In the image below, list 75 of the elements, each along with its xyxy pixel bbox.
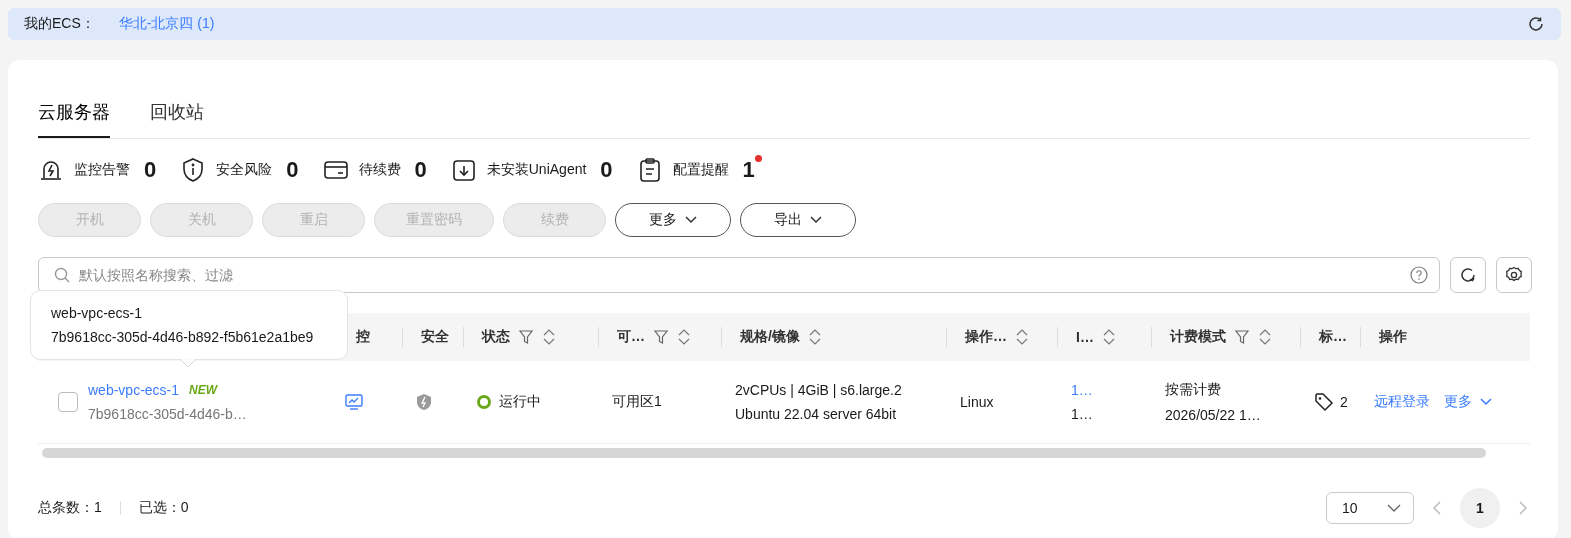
download-icon <box>450 157 477 183</box>
zone-text: 可用区1 <box>612 393 662 411</box>
column-header: 安全 <box>421 328 449 346</box>
filter-icon[interactable] <box>518 329 534 345</box>
tag-icon[interactable] <box>1314 392 1334 412</box>
spec-text: Ubuntu 22.04 server 64bit <box>735 406 898 422</box>
page-size-select[interactable]: 10 <box>1326 492 1414 524</box>
status-text: 运行中 <box>499 393 541 411</box>
tooltip-text: 7b9618cc-305d-4d46-b892-f5b61e2a1be9 <box>51 329 315 345</box>
selected-count: 已选：0 <box>138 499 189 517</box>
column-header: 操作 <box>1379 328 1407 346</box>
stat-count[interactable]: 0 <box>286 157 299 183</box>
tag-count: 2 <box>1340 394 1348 410</box>
server-id: 7b9618cc-305d-4d46-b… <box>88 406 247 422</box>
page-button[interactable]: 1 <box>1460 488 1500 528</box>
column-header: 规格/镜像 <box>740 328 800 346</box>
stat-label: 未安装UniAgent <box>486 161 587 179</box>
monitor-icon[interactable] <box>344 393 364 411</box>
stat-count[interactable]: 0 <box>414 157 427 183</box>
os-text: Linux <box>960 394 994 410</box>
tab[interactable]: 回收站 <box>150 90 204 138</box>
filter-icon[interactable] <box>653 329 669 345</box>
tooltip-text: web-vpc-ecs-1 <box>51 305 144 321</box>
status-dot <box>477 395 491 409</box>
caret-icon <box>810 216 822 224</box>
row-action-link[interactable]: 更多 <box>1444 393 1492 411</box>
sort-icon[interactable] <box>677 328 691 346</box>
row-checkbox[interactable] <box>58 392 78 412</box>
caret-icon <box>685 216 697 224</box>
column-header: 状态 <box>482 328 510 346</box>
filter-icon[interactable] <box>1234 329 1250 345</box>
refresh-button[interactable] <box>1450 257 1486 293</box>
refresh-icon[interactable] <box>1527 15 1545 33</box>
sort-icon[interactable] <box>807 328 822 346</box>
total-count: 总条数：1 <box>38 499 102 517</box>
column-header: 可… <box>617 328 645 346</box>
refresh-icon <box>1459 266 1477 284</box>
stat-count[interactable]: 1 <box>742 157 755 183</box>
sort-icon[interactable] <box>1258 328 1272 346</box>
shield-icon <box>416 393 432 411</box>
caret-icon <box>1480 398 1492 406</box>
region-label: 我的ECS： <box>24 15 95 33</box>
column-header: 计费模式 <box>1170 328 1226 346</box>
settings-icon <box>1505 266 1523 284</box>
stat-label: 安全风险 <box>216 161 273 179</box>
sort-icon[interactable] <box>542 328 556 346</box>
ip-link[interactable]: 1… <box>1071 382 1093 398</box>
search-icon <box>54 267 70 283</box>
stat-label: 待续费 <box>358 161 401 179</box>
new-tag: NEW <box>189 383 218 397</box>
sort-icon[interactable] <box>1101 328 1116 346</box>
tab[interactable]: 云服务器 <box>38 90 110 138</box>
stat-count[interactable]: 0 <box>144 157 157 183</box>
scrollbar[interactable] <box>42 448 1486 458</box>
action-button[interactable]: 更多 <box>615 203 731 237</box>
stat-count[interactable]: 0 <box>600 157 613 183</box>
caret-icon <box>1387 504 1401 512</box>
help-icon[interactable] <box>1410 266 1428 284</box>
sort-icon[interactable] <box>1015 328 1029 346</box>
billing-text: 按需计费 <box>1165 381 1222 399</box>
alert-dot <box>754 155 762 162</box>
stat-label: 监控告警 <box>74 161 130 179</box>
action-button[interactable]: 导出 <box>740 203 856 237</box>
column-header: I… <box>1076 329 1094 345</box>
column-header: 标… <box>1319 328 1347 346</box>
billing-text: 2026/05/22 1… <box>1165 407 1261 423</box>
column-header: 操作… <box>965 328 1007 346</box>
spec-text: 2vCPUs | 4GiB | s6.large.2 <box>735 382 902 398</box>
stat-label: 配置提醒 <box>672 161 729 179</box>
ip-text: 1… <box>1071 406 1093 422</box>
row-action-link[interactable]: 远程登录 <box>1374 393 1430 411</box>
search-field[interactable]: 默认按照名称搜索、过滤 <box>38 257 1440 293</box>
settings-button[interactable] <box>1496 257 1532 293</box>
column-header: 控 <box>356 328 370 346</box>
server-name-link[interactable]: web-vpc-ecs-1 <box>88 382 180 398</box>
